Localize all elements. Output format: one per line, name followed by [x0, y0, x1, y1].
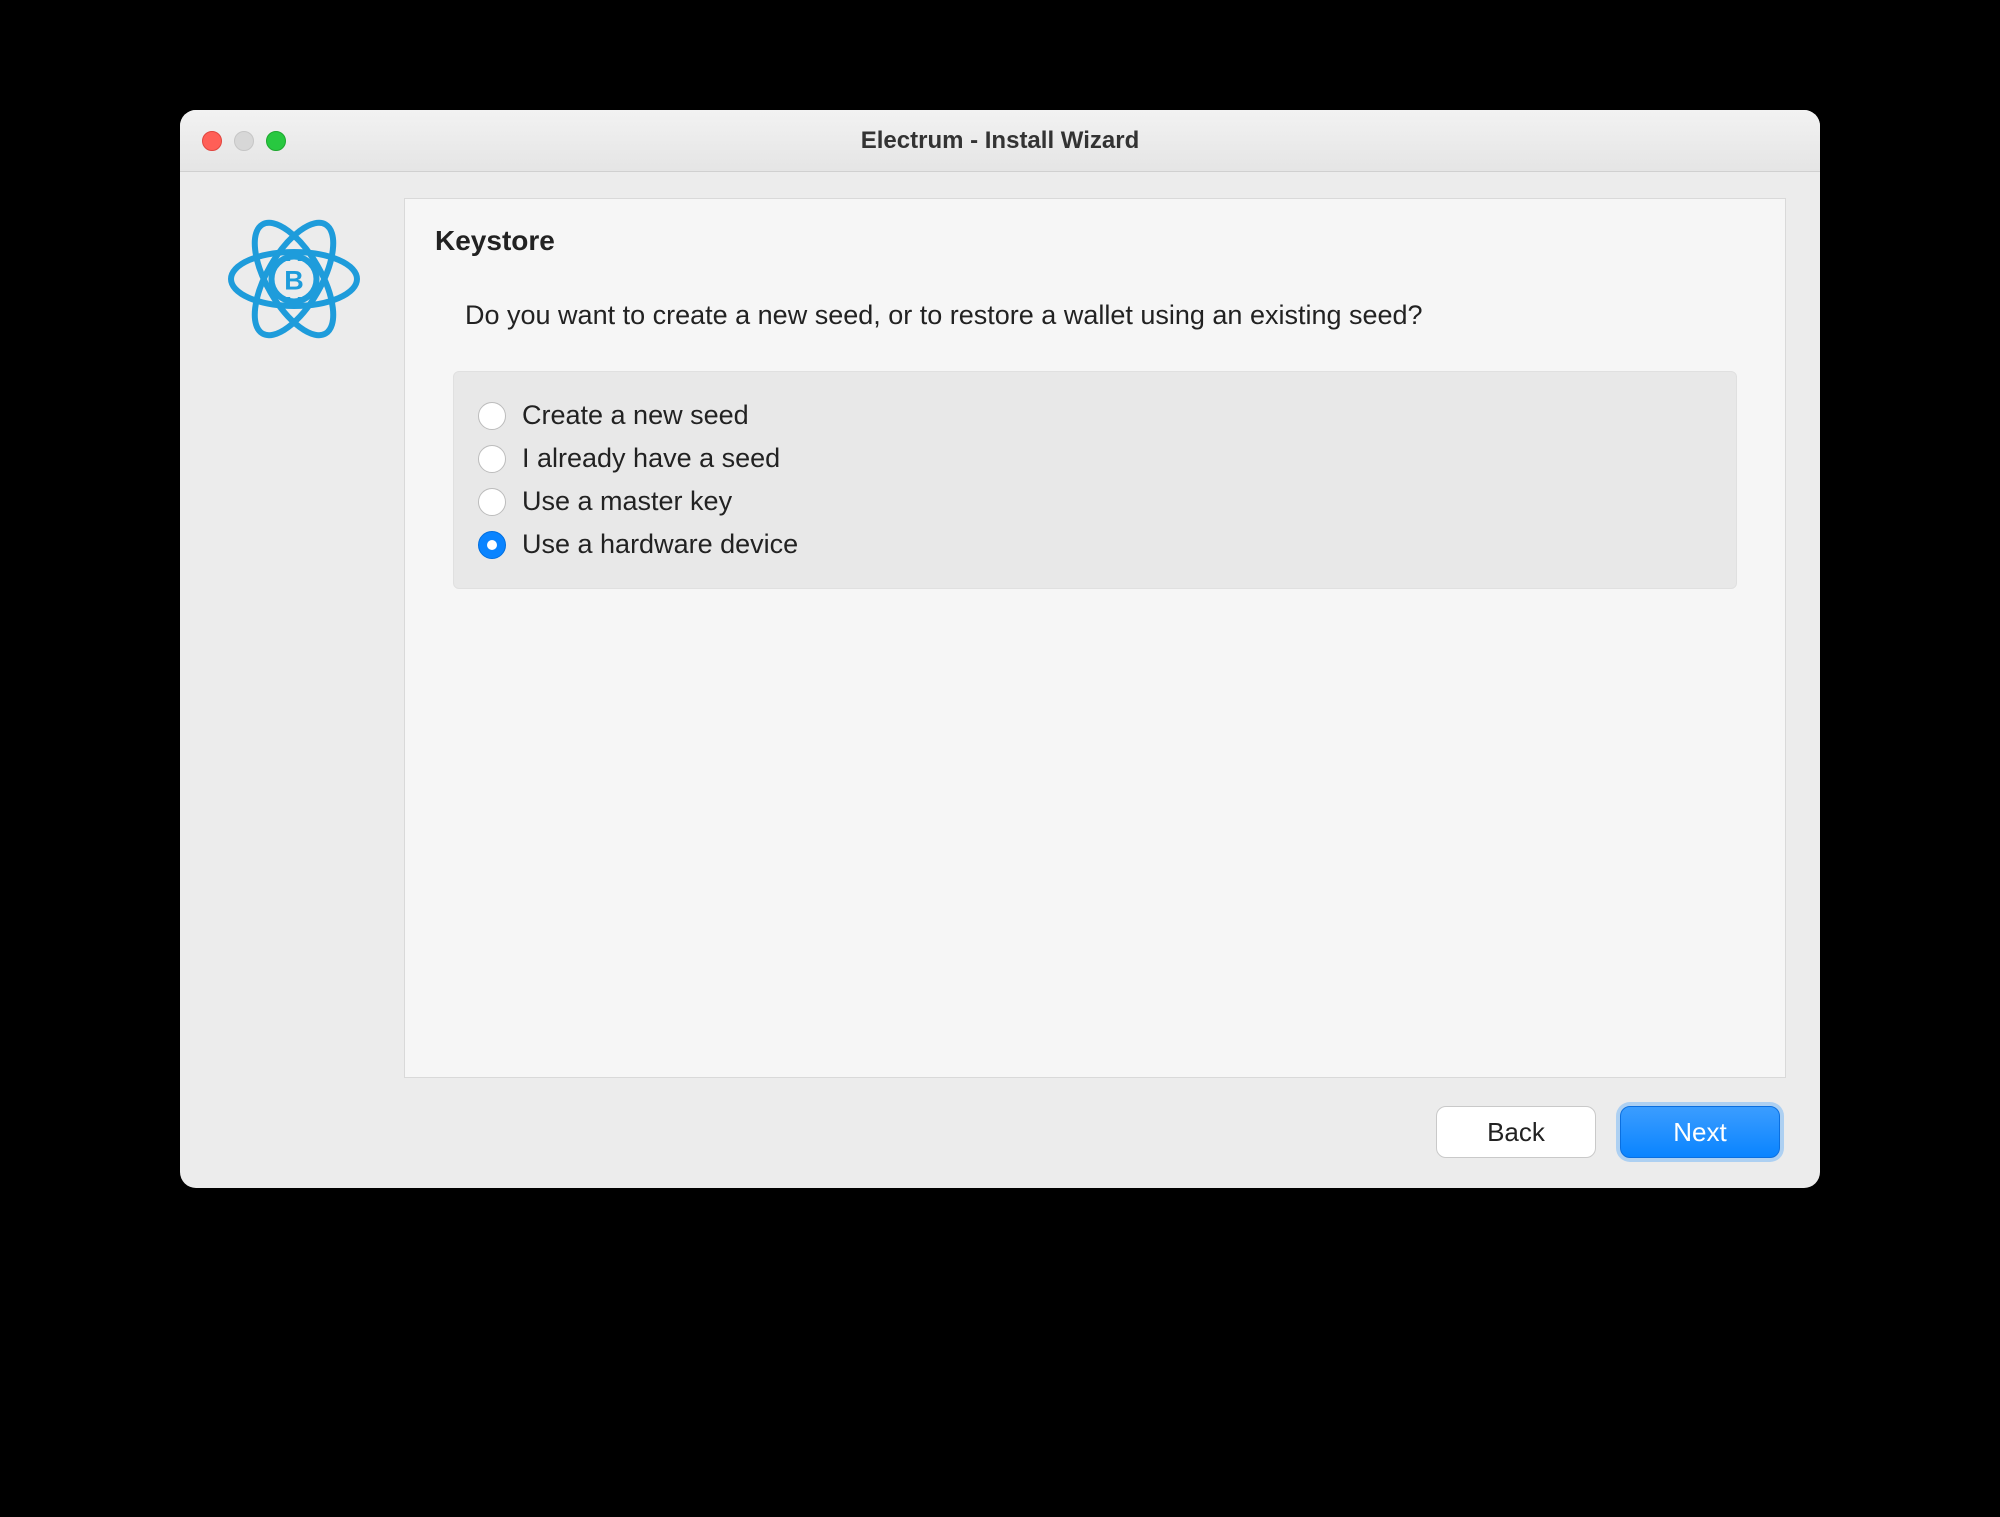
- radio-icon: [478, 445, 506, 473]
- content-row: B Keystore Do you want to create a new s…: [214, 198, 1786, 1078]
- minimize-icon[interactable]: [234, 131, 254, 151]
- radio-option-already-have-seed[interactable]: I already have a seed: [478, 437, 1712, 480]
- radio-label: Use a hardware device: [522, 529, 798, 560]
- wizard-panel: Keystore Do you want to create a new see…: [404, 198, 1786, 1078]
- keystore-radio-group: Create a new seed I already have a seed …: [453, 371, 1737, 589]
- wizard-footer: Back Next: [214, 1106, 1786, 1158]
- window-title: Electrum - Install Wizard: [180, 127, 1820, 155]
- electrum-logo-icon: B: [219, 204, 369, 354]
- panel-heading: Keystore: [435, 225, 1755, 257]
- radio-option-use-master-key[interactable]: Use a master key: [478, 480, 1712, 523]
- radio-option-use-hardware-device[interactable]: Use a hardware device: [478, 523, 1712, 566]
- radio-label: Use a master key: [522, 486, 732, 517]
- radio-icon: [478, 488, 506, 516]
- logo-column: B: [214, 198, 374, 1078]
- radio-label: Create a new seed: [522, 400, 749, 431]
- window-body: B Keystore Do you want to create a new s…: [180, 172, 1820, 1188]
- radio-icon: [478, 531, 506, 559]
- radio-label: I already have a seed: [522, 443, 780, 474]
- radio-icon: [478, 402, 506, 430]
- titlebar: Electrum - Install Wizard: [180, 110, 1820, 172]
- panel-question: Do you want to create a new seed, or to …: [465, 297, 1525, 333]
- zoom-icon[interactable]: [266, 131, 286, 151]
- back-button[interactable]: Back: [1436, 1106, 1596, 1158]
- svg-text:B: B: [284, 266, 304, 296]
- next-button[interactable]: Next: [1620, 1106, 1780, 1158]
- radio-option-create-new-seed[interactable]: Create a new seed: [478, 394, 1712, 437]
- close-icon[interactable]: [202, 131, 222, 151]
- install-wizard-window: Electrum - Install Wizard B: [180, 110, 1820, 1188]
- traffic-lights: [202, 131, 286, 151]
